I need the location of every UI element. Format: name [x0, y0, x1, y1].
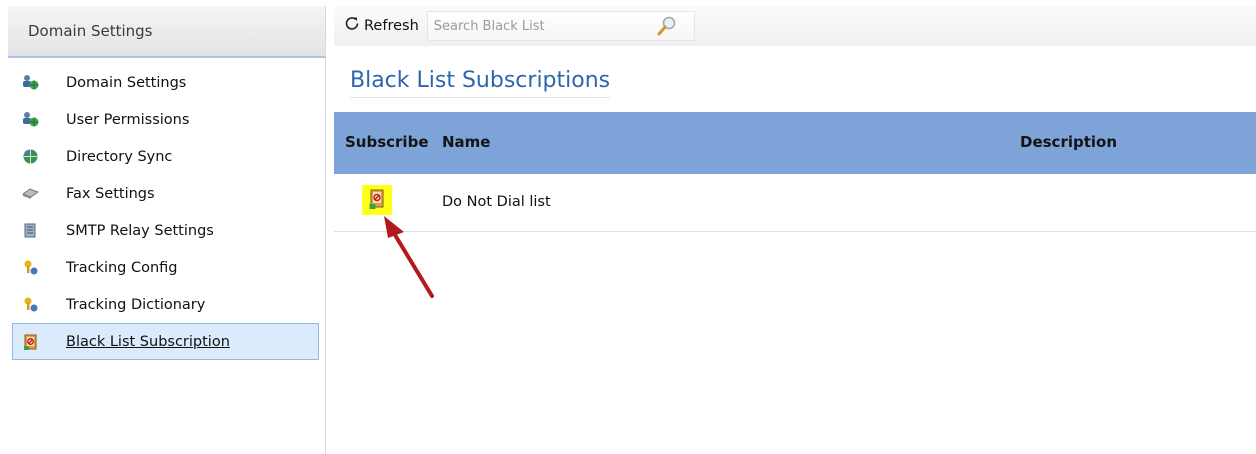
sidebar-item-smtp-relay-settings[interactable]: SMTP Relay Settings [8, 212, 325, 249]
sidebar-item-user-permissions[interactable]: User Permissions [8, 101, 325, 138]
sidebar-item-label: User Permissions [66, 111, 190, 128]
subscriptions-grid: Subscribe Name Description Do Not Dial l… [334, 112, 1256, 232]
toolbar: Refresh [334, 6, 1256, 46]
sidebar-item-label: Black List Subscription [66, 333, 230, 350]
fax-icon [21, 185, 40, 202]
sidebar: Domain Settings Domain Settings User Per… [8, 6, 326, 454]
row-name-cell: Do Not Dial list [442, 194, 551, 210]
sidebar-list: Domain Settings User Permissions Directo… [8, 58, 325, 360]
column-header-subscribe[interactable]: Subscribe [345, 133, 429, 151]
app-window: Domain Settings Domain Settings User Per… [0, 0, 1256, 454]
sidebar-item-tracking-dictionary[interactable]: Tracking Dictionary [8, 286, 325, 323]
search-input[interactable] [427, 12, 648, 40]
sidebar-header: Domain Settings [8, 6, 325, 58]
sidebar-item-fax-settings[interactable]: Fax Settings [8, 175, 325, 212]
annotation-arrow [384, 216, 434, 298]
sidebar-item-label: Fax Settings [66, 185, 155, 202]
search-icon[interactable] [656, 14, 678, 38]
sidebar-item-label: Tracking Config [66, 259, 178, 276]
server-icon [22, 222, 39, 239]
page-title: Black List Subscriptions [350, 68, 611, 98]
search-box [426, 11, 695, 41]
main-panel: Refresh Black List Subscriptions Subscri… [334, 6, 1256, 454]
sidebar-item-label: Domain Settings [66, 74, 187, 91]
users-globe-icon [22, 111, 39, 128]
key-user-icon [22, 259, 39, 276]
blacklist-book-icon [22, 334, 39, 351]
sidebar-item-domain-settings[interactable]: Domain Settings [8, 64, 325, 101]
sidebar-item-label: SMTP Relay Settings [66, 222, 214, 239]
column-header-description[interactable]: Description [1020, 133, 1117, 151]
table-row[interactable]: Do Not Dial list [334, 174, 1256, 232]
users-globe-icon [22, 74, 39, 91]
refresh-icon [342, 14, 362, 38]
grid-header: Subscribe Name Description [334, 112, 1256, 174]
refresh-label: Refresh [364, 18, 419, 34]
sidebar-item-directory-sync[interactable]: Directory Sync [8, 138, 325, 175]
sidebar-item-label: Directory Sync [66, 148, 173, 165]
sync-globe-icon [22, 148, 39, 165]
key-user-icon [22, 296, 39, 313]
refresh-button[interactable]: Refresh [334, 10, 423, 42]
sidebar-item-black-list-subscription[interactable]: Black List Subscription [12, 323, 319, 360]
sidebar-item-tracking-config[interactable]: Tracking Config [8, 249, 325, 286]
sidebar-item-label: Tracking Dictionary [66, 296, 206, 313]
column-header-name[interactable]: Name [442, 133, 490, 151]
